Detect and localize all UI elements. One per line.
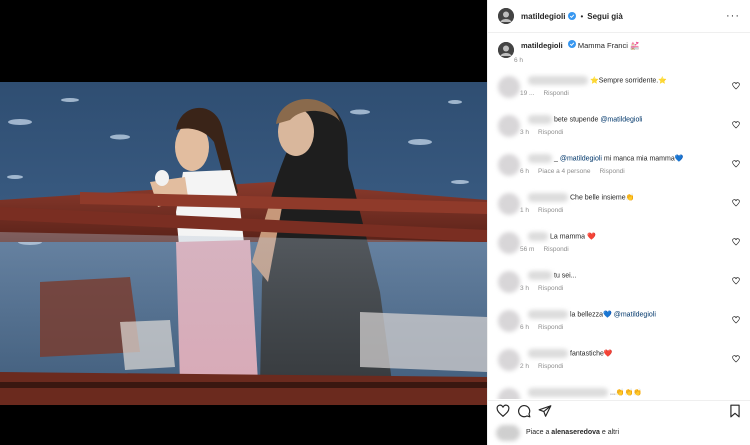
post-media bbox=[0, 0, 487, 445]
bookmark-save-icon[interactable] bbox=[728, 404, 742, 418]
like-comment-heart-icon[interactable] bbox=[732, 121, 740, 129]
caption-text: Mamma Franci 💒 bbox=[577, 41, 640, 50]
following-button[interactable]: Segui già bbox=[587, 12, 623, 21]
comment-mention[interactable]: @matildegioli bbox=[560, 155, 602, 162]
comment-text: Che belle insieme👏 bbox=[570, 194, 635, 202]
comment-mention[interactable]: @matildegioli bbox=[600, 116, 642, 123]
post-header: matildegioli • Segui già ··· bbox=[488, 0, 750, 33]
reply-button[interactable]: Rispondi bbox=[538, 285, 563, 292]
comment-username[interactable] bbox=[528, 388, 608, 397]
comment-text: _ bbox=[554, 155, 558, 163]
comment-avatar[interactable] bbox=[498, 154, 520, 176]
comment-item: Che belle insieme👏 1 h Rispondi bbox=[498, 193, 742, 232]
comment-time: 19 ... bbox=[520, 90, 535, 98]
comment-time: 1 h bbox=[520, 207, 530, 215]
verified-badge-icon bbox=[568, 12, 577, 20]
comment-time: 2 h bbox=[520, 363, 530, 371]
header-username[interactable]: matildegioli bbox=[521, 12, 565, 21]
comment-time: 6 h bbox=[520, 168, 530, 176]
comment-text: La mamma ❤️ bbox=[550, 233, 596, 241]
comment-time: 6 h bbox=[520, 324, 530, 332]
comment-item: bete stupende @matildegioli 3 h Rispondi bbox=[498, 115, 742, 154]
comment-mention[interactable]: @matildegioli bbox=[614, 311, 656, 318]
liker-avatars[interactable] bbox=[496, 424, 520, 441]
post-actions bbox=[488, 400, 750, 420]
caption-avatar[interactable] bbox=[498, 42, 514, 58]
more-options-icon[interactable]: ··· bbox=[726, 10, 740, 22]
comment-avatar[interactable] bbox=[498, 271, 520, 293]
likes-others[interactable]: e altri bbox=[600, 429, 619, 436]
comment-time: 3 h bbox=[520, 129, 530, 137]
comment-text: fantastiche❤️ bbox=[570, 350, 613, 358]
comment-text: la bellezza💙 bbox=[570, 311, 614, 319]
comment-time: 3 h bbox=[520, 285, 530, 293]
comment-avatar[interactable] bbox=[498, 232, 520, 254]
reply-button[interactable]: Rispondi bbox=[543, 90, 568, 97]
comment-text-after: mi manca mia mamma💙 bbox=[601, 155, 684, 163]
instagram-post: matildegioli • Segui già ··· matildegiol… bbox=[0, 0, 750, 445]
comment-bubble-icon[interactable] bbox=[517, 404, 531, 418]
comment-username[interactable] bbox=[528, 115, 552, 124]
reply-button[interactable]: Rispondi bbox=[538, 324, 563, 331]
likes-prefix: Piace a bbox=[526, 429, 552, 436]
comment-item: tu sei... 3 h Rispondi bbox=[498, 271, 742, 310]
comment-avatar[interactable] bbox=[498, 349, 520, 371]
reply-button[interactable]: Rispondi bbox=[538, 207, 563, 214]
comment-text: tu sei... bbox=[554, 272, 577, 280]
comment-text: bete stupende bbox=[554, 116, 599, 124]
post-caption: matildegioli Mamma Franci 💒 6 h bbox=[498, 40, 742, 76]
photo-image bbox=[0, 82, 487, 405]
comment-text: ⭐Sempre sorridente.⭐ bbox=[590, 77, 667, 85]
like-comment-heart-icon[interactable] bbox=[732, 199, 740, 207]
reply-button[interactable]: Rispondi bbox=[538, 129, 563, 136]
comment-username[interactable] bbox=[528, 76, 588, 85]
comment-item: ⭐Sempre sorridente.⭐ 19 ... Rispondi bbox=[498, 76, 742, 115]
caption-username[interactable]: matildegioli bbox=[521, 41, 563, 50]
share-send-icon[interactable] bbox=[538, 404, 552, 418]
comment-time: 56 m bbox=[520, 246, 535, 254]
avatar[interactable] bbox=[498, 8, 514, 24]
comment-item: _ @matildegioli mi manca mia mamma💙 6 h P… bbox=[498, 154, 742, 193]
likes-summary: Piace a alenaseredova e altri bbox=[488, 420, 750, 445]
like-comment-heart-icon[interactable] bbox=[732, 277, 740, 285]
comment-likes-count[interactable]: Piace a 4 persone bbox=[538, 168, 590, 175]
reply-button[interactable]: Rispondi bbox=[543, 246, 568, 253]
verified-badge-icon bbox=[567, 40, 576, 48]
comment-avatar[interactable] bbox=[498, 388, 520, 399]
like-comment-heart-icon[interactable] bbox=[732, 355, 740, 363]
liker-username[interactable]: alenaseredova bbox=[551, 429, 600, 436]
like-comment-heart-icon[interactable] bbox=[732, 160, 740, 168]
comment-username[interactable] bbox=[528, 310, 568, 319]
comment-avatar[interactable] bbox=[498, 310, 520, 332]
reply-button[interactable]: Rispondi bbox=[538, 363, 563, 370]
like-comment-heart-icon[interactable] bbox=[732, 316, 740, 324]
comment-username[interactable] bbox=[528, 154, 552, 163]
comment-avatar[interactable] bbox=[498, 115, 520, 137]
comments-list[interactable]: matildegioli Mamma Franci 💒 6 h ⭐Sempre … bbox=[488, 40, 750, 399]
post-sidebar: matildegioli • Segui già ··· matildegiol… bbox=[487, 0, 750, 445]
header-separator: • bbox=[580, 11, 584, 21]
reply-button[interactable]: Rispondi bbox=[599, 168, 624, 175]
like-comment-heart-icon[interactable] bbox=[732, 82, 740, 90]
like-heart-icon[interactable] bbox=[496, 404, 510, 418]
caption-time: 6 h bbox=[514, 57, 524, 64]
comment-username[interactable] bbox=[528, 193, 568, 202]
post-photo[interactable] bbox=[0, 82, 487, 405]
comment-item: ...👏👏👏 bbox=[498, 388, 742, 399]
comment-item: la bellezza💙 @matildegioli 6 h Rispondi bbox=[498, 310, 742, 349]
comment-username[interactable] bbox=[528, 349, 568, 358]
comment-username[interactable] bbox=[528, 232, 548, 241]
like-comment-heart-icon[interactable] bbox=[732, 238, 740, 246]
comment-text: ...👏👏👏 bbox=[610, 389, 642, 397]
comment-item: fantastiche❤️ 2 h Rispondi bbox=[498, 349, 742, 388]
comment-avatar[interactable] bbox=[498, 193, 520, 215]
comment-item: La mamma ❤️ 56 m Rispondi bbox=[498, 232, 742, 271]
comment-avatar[interactable] bbox=[498, 76, 520, 98]
comment-username[interactable] bbox=[528, 271, 552, 280]
